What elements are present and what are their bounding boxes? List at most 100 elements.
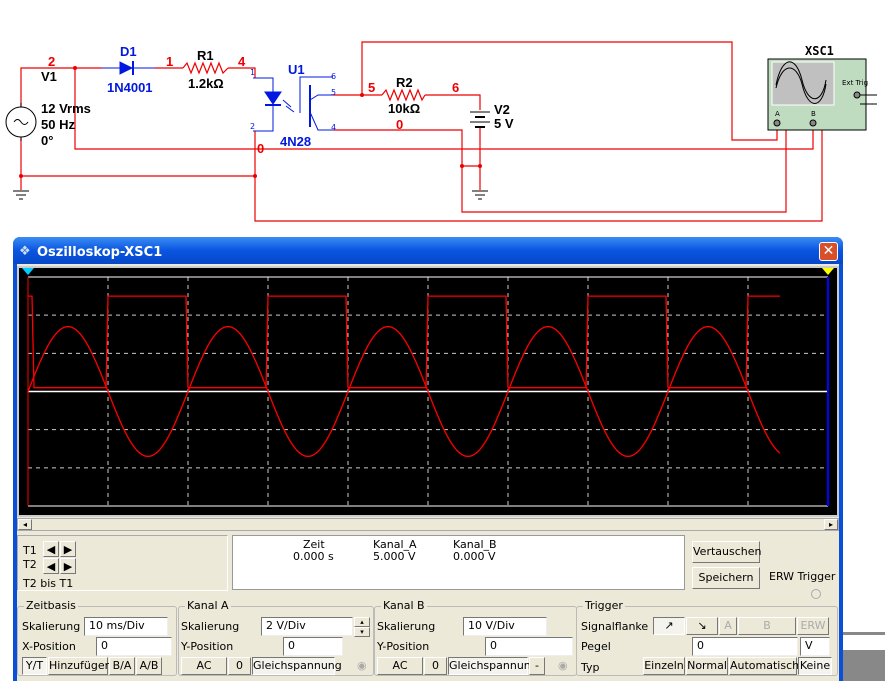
r2-ref: R2	[396, 75, 413, 90]
channel-b-zero-button[interactable]: 0	[424, 657, 447, 675]
readout-b: 0.000 V	[453, 550, 496, 563]
channel-a-ypos-label: Y-Position	[181, 640, 234, 653]
node-label: 4	[238, 54, 246, 69]
mode-ba-button[interactable]: B/A	[109, 657, 135, 675]
t2-label: T2	[23, 558, 37, 571]
readout-a: 5.000 V	[373, 550, 416, 563]
swap-button[interactable]: Vertauschen	[692, 541, 761, 563]
ext-trig-label: Ext Trig	[842, 79, 869, 87]
trigger-group: Trigger Signalflanke ↗ ↘ A B ERW Pegel 0…	[576, 599, 838, 676]
u1-ref: U1	[288, 62, 305, 77]
ext-trigger-indicator	[811, 589, 821, 599]
r1-value: 1.2kΩ	[188, 76, 224, 91]
horizontal-scrollbar[interactable]: ◂ ▸	[17, 518, 839, 531]
channel-b-group: Kanal B Skalierung 10 V/Div Y-Position 0…	[374, 599, 577, 676]
ac-source-v1[interactable]	[5, 103, 37, 141]
timebase-group: Zeitbasis Skalierung 10 ms/Div X-Positio…	[17, 599, 177, 676]
trigger-none-button[interactable]: Keine	[798, 657, 832, 675]
readout-time: 0.000 s	[293, 550, 334, 563]
falling-edge-button[interactable]: ↘	[686, 617, 718, 635]
channel-a-terminal[interactable]: A	[775, 110, 780, 118]
channel-a-ac-button[interactable]: AC	[181, 657, 227, 675]
r2-value: 10kΩ	[388, 101, 421, 116]
t1-right-button[interactable]: ▶	[60, 541, 76, 557]
u1-model: 4N28	[280, 134, 312, 149]
close-button[interactable]: ✕	[819, 242, 838, 261]
mode-ab-button[interactable]: A/B	[136, 657, 162, 675]
pin-label: 6	[331, 72, 337, 81]
title-bar[interactable]: ❖ Oszilloskop-XSC1 ✕	[13, 237, 843, 264]
trigger-source-a[interactable]: A	[719, 617, 737, 635]
oscilloscope-window: ❖ Oszilloskop-XSC1 ✕ ◂ ▸ T1 T2 ◀ ▶ ◀ ▶ T…	[13, 237, 843, 681]
channel-b-ac-button[interactable]: AC	[377, 657, 423, 675]
trigger-auto-button[interactable]: Automatisch	[729, 657, 799, 675]
channel-b-scale-input[interactable]: 10 V/Div	[463, 617, 547, 636]
cursor-t1-marker	[22, 268, 34, 275]
d1-model: 1N4001	[107, 80, 153, 95]
channel-b-invert-button[interactable]: -	[529, 657, 545, 675]
scope-screen[interactable]	[17, 266, 839, 517]
mode-yt-button[interactable]: Y/T	[22, 657, 47, 675]
channel-b-scale-label: Skalierung	[377, 620, 436, 633]
t1-left-button[interactable]: ◀	[43, 541, 59, 557]
trigger-normal-button[interactable]: Normal	[686, 657, 728, 675]
channel-b-dc-button[interactable]: Gleichspannung	[448, 657, 538, 675]
battery-v2[interactable]	[470, 111, 490, 128]
channel-b-ypos-input[interactable]: 0	[485, 637, 573, 656]
v2-value: 5 V	[494, 116, 514, 131]
readout-panel: Zeit Kanal_A Kanal_B 0.000 s 5.000 V 0.0…	[232, 535, 685, 590]
mode-add-button[interactable]: Hinzufügen	[48, 657, 112, 675]
optocoupler-u1[interactable]	[253, 76, 333, 132]
wires	[20, 41, 823, 222]
channel-a-scale-input[interactable]: 2 V/Div	[261, 617, 353, 636]
schematic-canvas[interactable]	[0, 0, 885, 235]
timebase-title: Zeitbasis	[24, 599, 78, 612]
trigger-level-input[interactable]: 0	[692, 637, 798, 656]
spin-down-button[interactable]: ▾	[354, 627, 370, 637]
t2-t1-label: T2 bis T1	[23, 577, 74, 590]
x-position-label: X-Position	[22, 640, 76, 653]
scroll-left-button[interactable]: ◂	[18, 519, 32, 530]
scroll-right-button[interactable]: ▸	[824, 519, 838, 530]
timebase-scale-input[interactable]: 10 ms/Div	[84, 617, 168, 636]
x-position-input[interactable]: 0	[96, 637, 172, 656]
channel-a-dc-button[interactable]: Gleichspannung	[252, 657, 342, 675]
trigger-title: Trigger	[583, 599, 625, 612]
level-label: Pegel	[581, 640, 611, 653]
channel-b-ypos-label: Y-Position	[377, 640, 430, 653]
v1-amplitude: 12 Vrms	[41, 101, 91, 116]
pin-label: 2	[250, 122, 256, 131]
type-label: Typ	[581, 661, 600, 674]
ground-icon	[472, 190, 488, 200]
node-label: 6	[452, 80, 460, 95]
node-label: 0	[257, 141, 265, 156]
edge-label: Signalflanke	[581, 620, 649, 633]
channel-a-zero-button[interactable]: 0	[228, 657, 251, 675]
oscilloscope-xsc1[interactable]	[767, 58, 877, 131]
trigger-single-button[interactable]: Einzeln	[643, 657, 685, 675]
ext-trigger-label: ERW Trigger	[769, 570, 836, 583]
t2-left-button[interactable]: ◀	[43, 558, 59, 574]
r1-ref: R1	[197, 48, 214, 63]
trigger-level-unit[interactable]: V	[800, 637, 830, 656]
background-panel	[843, 650, 885, 681]
node-label: 2	[48, 54, 56, 69]
t1-label: T1	[23, 544, 37, 557]
pin-label: 4	[331, 123, 337, 132]
trigger-source-ext[interactable]: ERW	[797, 617, 829, 635]
channel-a-title: Kanal A	[185, 599, 231, 612]
channel-b-terminal[interactable]: B	[811, 110, 816, 118]
pin-label: 1	[250, 68, 256, 77]
spin-up-button[interactable]: ▴	[354, 617, 370, 627]
rising-edge-button[interactable]: ↗	[653, 617, 685, 635]
trigger-source-b[interactable]: B	[738, 617, 796, 635]
app-icon: ❖	[19, 244, 31, 259]
node-label: 0	[396, 117, 404, 132]
channel-a-ypos-input[interactable]: 0	[283, 637, 343, 656]
window-title: Oszilloskop-XSC1	[37, 245, 163, 260]
t2-right-button[interactable]: ▶	[60, 558, 76, 574]
v1-phase: 0°	[41, 133, 54, 148]
save-button[interactable]: Speichern	[692, 567, 760, 589]
diode-d1[interactable]	[102, 61, 155, 75]
window-client: ◂ ▸ T1 T2 ◀ ▶ ◀ ▶ T2 bis T1 Zeit Kanal_A…	[17, 264, 839, 681]
